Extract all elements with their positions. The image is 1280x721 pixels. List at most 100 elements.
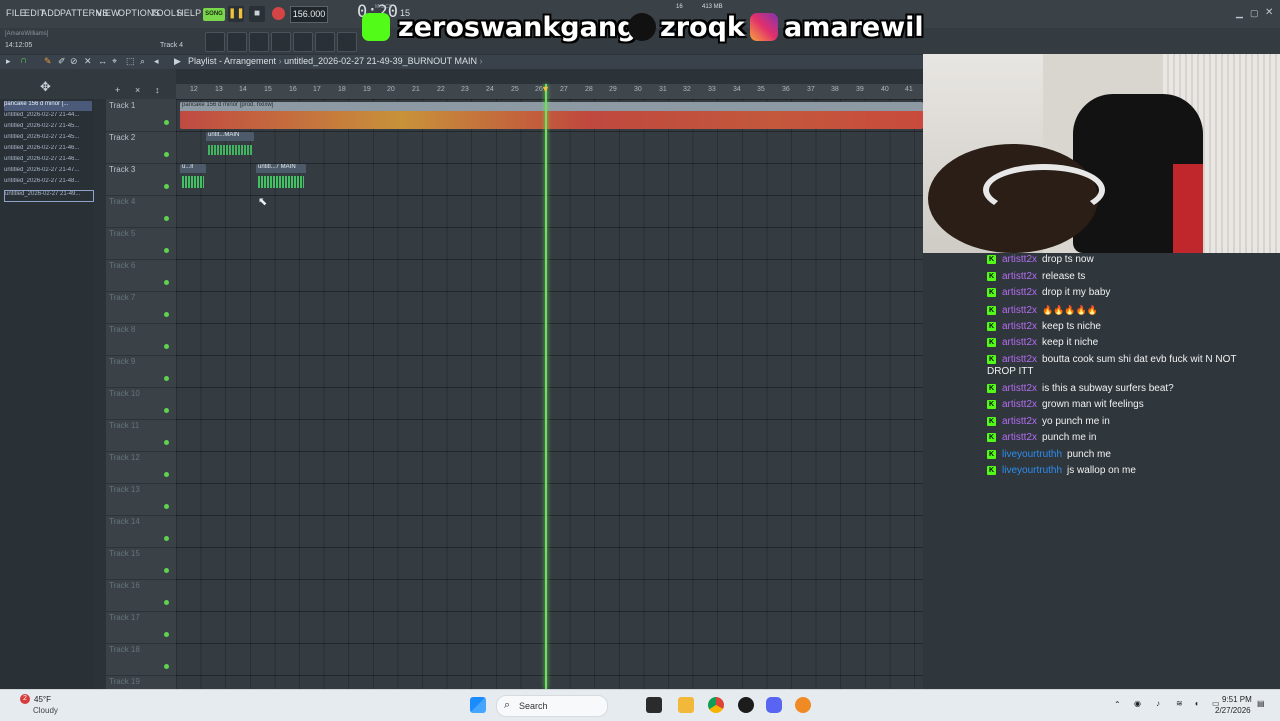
task-view-icon[interactable] [646,697,662,713]
track-mute-led[interactable] [164,472,169,477]
track-header[interactable]: Track 15 [106,547,176,580]
playhead[interactable] [545,84,547,689]
remove-track-icon[interactable]: × [135,85,140,95]
pause-icon[interactable]: ❚❚ [228,6,245,22]
fl-studio-icon[interactable] [795,697,811,713]
track-mute-led[interactable] [164,216,169,221]
picker-item[interactable]: untitled_2026-02-27 21-45... [4,123,92,133]
file-explorer-icon[interactable] [678,697,694,713]
plugin-picker-button[interactable] [315,32,335,52]
brush-tool-icon[interactable]: ✐ [58,56,66,67]
maximize-icon[interactable]: ▢ [1250,8,1259,19]
track-mute-led[interactable] [164,408,169,413]
picker-item[interactable]: untitled_2026-02-27 21-48... [4,178,92,188]
playlist-view-button[interactable] [205,32,225,52]
track-header[interactable]: Track 14 [106,515,176,548]
track-header[interactable]: Track 4 [106,195,176,228]
mute-tool-icon[interactable]: ✕ [84,56,92,67]
minimize-icon[interactable]: ▁ [1236,8,1243,19]
track-mute-led[interactable] [164,376,169,381]
track-options-icon[interactable]: ↕ [155,85,160,95]
close-icon[interactable]: ✕ [1265,7,1273,18]
browser-button[interactable] [293,32,313,52]
track-header[interactable]: Track 6 [106,259,176,292]
track-mute-led[interactable] [164,312,169,317]
track-header[interactable]: Track 12 [106,451,176,484]
track-header[interactable]: Track 7 [106,291,176,324]
picker-item[interactable]: untitled_2026-02-27 21-46... [4,156,92,166]
track-mute-led[interactable] [164,440,169,445]
search-box[interactable]: ⌕ Search [496,695,608,717]
picker-item[interactable]: pancake 156 d minor [... [4,101,92,111]
track-header[interactable]: Track 8 [106,323,176,356]
clock-date[interactable]: 2/27/2026 [1215,706,1251,715]
channel-rack-button[interactable] [249,32,269,52]
weather-temp[interactable]: 45°F [34,695,51,704]
arrangement-grid[interactable]: pancake 156 d minor [prod. hxlxw] untit.… [176,99,923,689]
track-mute-led[interactable] [164,280,169,285]
track-header[interactable]: Track 9 [106,355,176,388]
track-mute-led[interactable] [164,184,169,189]
menu-add[interactable]: ADD [41,8,61,18]
track-header[interactable]: Track 19 [106,675,176,690]
playback-tool-icon[interactable]: ◂ [154,56,159,67]
windows-start-icon[interactable] [470,697,486,713]
track-mute-led[interactable] [164,600,169,605]
move-icon[interactable]: ✥ [40,79,51,95]
picker-item[interactable]: untitled_2026-02-27 21-45... [4,134,92,144]
zoom-tool-icon[interactable]: ⌕ [140,56,145,67]
track-header[interactable]: Track 18 [106,643,176,676]
track-mute-led[interactable] [164,504,169,509]
picker-item-selected[interactable]: untitled_2026-02-27 21-49... [4,190,94,202]
track-header[interactable]: Track 17 [106,611,176,644]
slip-tool-icon[interactable]: ↔ [98,56,107,66]
notification-icon[interactable]: ▤ [1257,699,1265,708]
add-track-icon[interactable]: + [115,85,120,95]
track-header[interactable]: Track 1 [106,99,176,132]
picker-item[interactable]: untitled_2026-02-27 21-46... [4,145,92,155]
track-mute-led[interactable] [164,344,169,349]
menu-help[interactable]: HELP [177,8,201,18]
network-icon[interactable]: ◉ [1134,699,1141,708]
tray-overflow-icon[interactable]: ⌃ [1114,700,1121,709]
track-header[interactable]: Track 16 [106,579,176,612]
track-mute-led[interactable] [164,536,169,541]
clock-time[interactable]: 9:51 PM [1222,695,1252,704]
track-mute-led[interactable] [164,568,169,573]
track-mute-led[interactable] [164,664,169,669]
piano-roll-button[interactable] [227,32,247,52]
track-header[interactable]: Track 13 [106,483,176,516]
record-icon[interactable] [272,7,285,20]
magnet-snap-icon[interactable]: ∩ [20,55,27,66]
stop-icon[interactable]: ■ [249,6,265,22]
slice-tool-icon[interactable]: ⌖ [112,56,117,67]
menu-view[interactable]: VIEW [96,8,120,18]
mic-icon[interactable] [337,32,357,52]
select-tool-icon[interactable]: ⬚ [126,56,135,67]
track-header[interactable]: Track 5 [106,227,176,260]
volume-icon[interactable]: ◖ [1194,699,1199,708]
delete-tool-icon[interactable]: ⊘ [70,56,78,67]
audio-clip-track1[interactable]: pancake 156 d minor [prod. hxlxw] [180,102,923,129]
picker-item[interactable]: untitled_2026-02-27 21-44... [4,112,92,122]
track-header[interactable]: Track 3 [106,163,176,196]
tempo-display[interactable]: 156.000 [290,6,328,23]
discord-icon[interactable] [766,697,782,713]
mixer-button[interactable] [271,32,291,52]
track-header[interactable]: Track 11 [106,419,176,452]
weather-desc[interactable]: Cloudy [33,706,58,715]
audio-clip-track3b[interactable]: untitl...7 MAIN [256,164,306,191]
playhead-marker-icon[interactable]: ▼ [541,84,550,94]
song-mode-toggle[interactable]: SONG [203,8,225,21]
picker-item[interactable]: untitled_2026-02-27 21-47... [4,167,92,177]
track-mute-led[interactable] [164,152,169,157]
track-mute-led[interactable] [164,248,169,253]
pencil-tool-icon[interactable]: ✎ [44,56,52,67]
mic-tray-icon[interactable]: ♪ [1156,699,1160,708]
obs-icon[interactable] [738,697,754,713]
track-header[interactable]: Track 2 [106,131,176,164]
track-mute-led[interactable] [164,120,169,125]
wifi-icon[interactable]: ≋ [1176,699,1183,708]
playlist-menu-arrow-icon[interactable]: ▸ [6,56,11,67]
menu-file[interactable]: FILE [6,8,26,18]
